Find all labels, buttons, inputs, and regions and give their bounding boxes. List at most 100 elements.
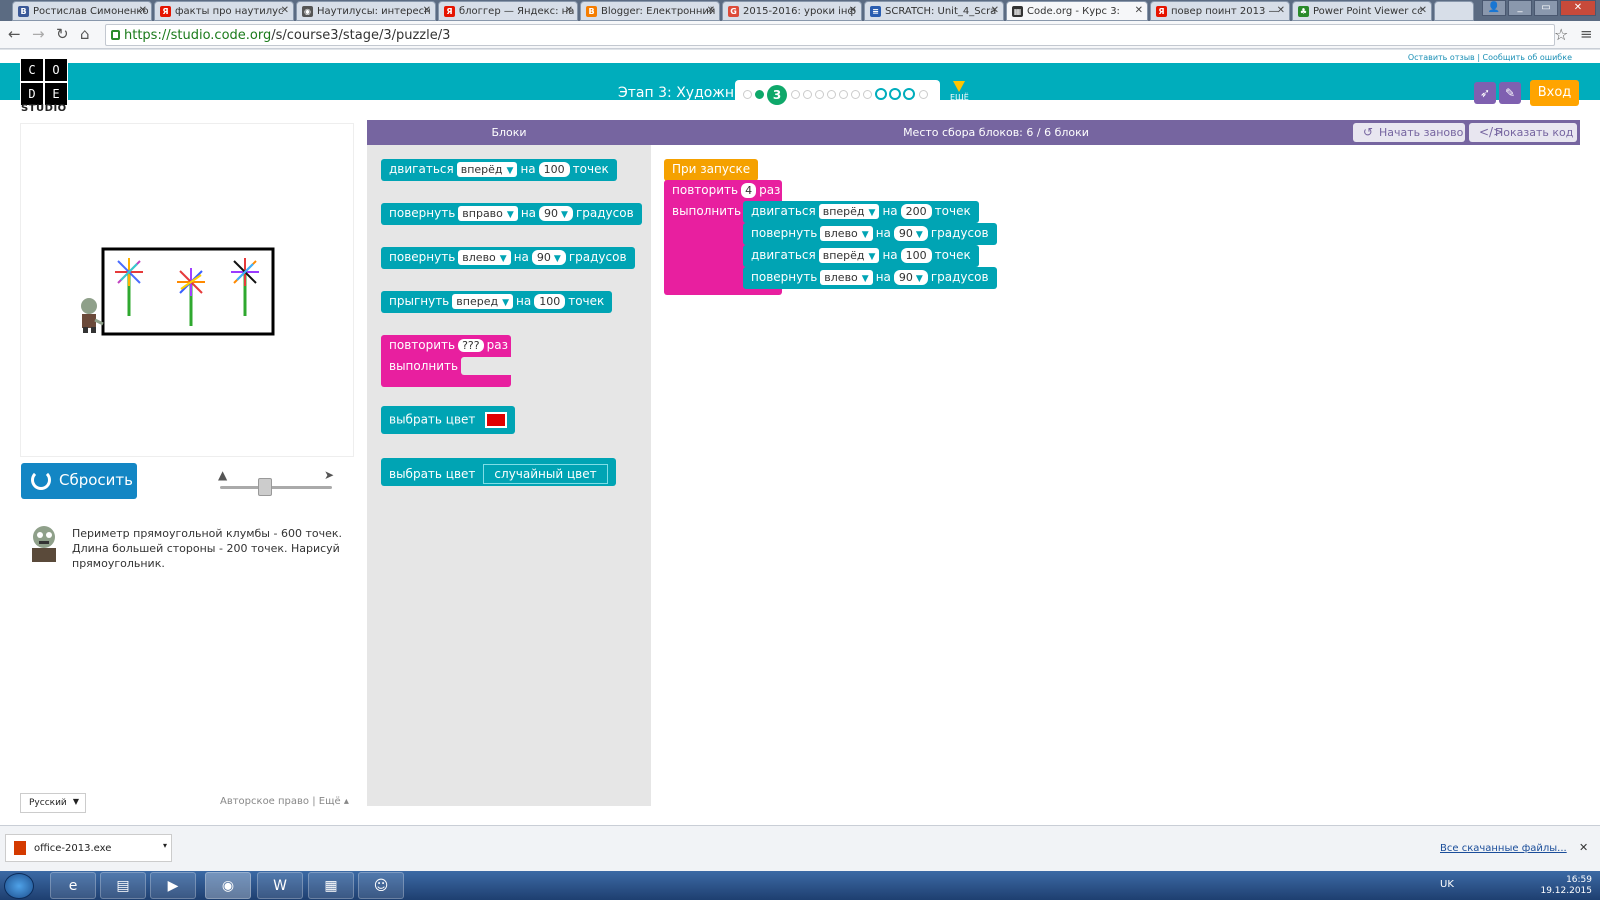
puzzle-dot-assessment[interactable] — [889, 88, 901, 100]
random-color-value[interactable]: случайный цвет — [483, 464, 608, 484]
home-icon[interactable]: ⌂ — [80, 25, 90, 43]
close-tab-icon[interactable]: ✕ — [707, 5, 715, 16]
more-dropdown[interactable]: ЕЩЁ — [950, 81, 969, 102]
browser-tab[interactable]: Яблоггер — Яндекс: на ✕ — [438, 1, 578, 21]
new-tab-button[interactable] — [1434, 1, 1474, 21]
browser-tab[interactable]: ♣ Power Point Viewer cc ✕ — [1292, 1, 1432, 21]
back-icon[interactable]: ← — [8, 25, 21, 43]
footer-more-link[interactable]: Ещё — [319, 796, 341, 807]
direction-dropdown[interactable]: влево ▼ — [820, 226, 873, 241]
login-button[interactable]: Вход — [1530, 80, 1579, 106]
direction-dropdown[interactable]: вперед ▼ — [452, 294, 513, 309]
number-field[interactable]: 100 — [534, 294, 566, 309]
reload-icon[interactable]: ↻ — [56, 25, 69, 43]
internet-explorer-icon[interactable]: e — [50, 872, 96, 899]
slider-track[interactable] — [220, 486, 332, 489]
direction-dropdown[interactable]: вправо ▼ — [458, 206, 518, 221]
scratch-cat-icon[interactable]: ☺ — [358, 872, 404, 899]
close-downloads-icon[interactable]: ✕ — [1579, 841, 1588, 854]
direction-dropdown[interactable]: вперёд ▼ — [818, 248, 880, 263]
puzzle-dot[interactable] — [827, 90, 836, 99]
chevron-down-icon[interactable]: ▾ — [163, 841, 167, 850]
chrome-icon[interactable]: ◉ — [205, 872, 251, 899]
puzzle-dot[interactable] — [803, 90, 812, 99]
angle-dropdown[interactable]: 90 ▼ — [893, 226, 928, 241]
feedback-links[interactable]: Оставить отзыв | Сообщить об ошибке — [1408, 53, 1572, 62]
move-block[interactable]: двигаться вперёд ▼ на 100 точек — [743, 245, 979, 267]
browser-tab-active[interactable]: ▦ Code.org - Курс 3: ✕ — [1006, 1, 1148, 21]
puzzle-dot[interactable] — [919, 90, 928, 99]
system-clock[interactable]: 16:59 19.12.2015 — [1540, 875, 1592, 897]
direction-dropdown[interactable]: вперёд ▼ — [818, 204, 880, 219]
toolbox-repeat-block[interactable]: повторить??? раз выполнить — [381, 335, 511, 387]
media-player-icon[interactable]: ▶ — [150, 872, 196, 899]
browser-tab[interactable]: G 2015-2016: уроки інф ✕ — [722, 1, 862, 21]
close-tab-icon[interactable]: ✕ — [423, 5, 431, 16]
number-field[interactable]: 200 — [900, 204, 932, 219]
menu-icon[interactable]: ≡ — [1580, 25, 1593, 43]
browser-tab[interactable]: Яповер поинт 2013 — ✕ — [1150, 1, 1290, 21]
speed-slider[interactable]: ▲ ➤ — [218, 468, 334, 498]
puzzle-dot[interactable] — [755, 90, 764, 99]
when-run-block[interactable]: При запуске — [664, 159, 759, 181]
puzzle-dot[interactable] — [851, 90, 860, 99]
number-field[interactable]: ??? — [458, 339, 484, 352]
browser-tab[interactable]: Яфакты про наутилус ✕ — [154, 1, 294, 21]
direction-dropdown[interactable]: вперёд ▼ — [456, 162, 518, 177]
browser-tab[interactable]: ◉ Наутилусы: интересн ✕ — [296, 1, 436, 21]
close-tab-icon[interactable]: ✕ — [1135, 5, 1143, 16]
browser-tab[interactable]: ≡ SCRATCH: Unit_4_Scra ✕ — [864, 1, 1004, 21]
url-input[interactable]: https://studio.code.org/s/course3/stage/… — [105, 24, 1555, 46]
file-explorer-icon[interactable]: ▤ — [100, 872, 146, 899]
archive-icon[interactable]: ▦ — [308, 872, 354, 899]
download-item[interactable]: office-2013.exe ▾ — [5, 834, 172, 862]
toolbox-jump-block[interactable]: прыгнуть вперед ▼ на 100 точек — [381, 291, 613, 313]
angle-dropdown[interactable]: 90 ▼ — [539, 206, 573, 221]
puzzle-dot[interactable] — [743, 90, 752, 99]
direction-dropdown[interactable]: влево ▼ — [458, 250, 511, 265]
user-icon[interactable]: 👤 — [1482, 0, 1506, 16]
close-tab-icon[interactable]: ✕ — [849, 5, 857, 16]
puzzle-dot[interactable] — [791, 90, 800, 99]
puzzle-dot[interactable] — [815, 90, 824, 99]
puzzle-dot[interactable] — [839, 90, 848, 99]
turn-block[interactable]: повернуть влево ▼ на 90 ▼ градусов — [743, 267, 997, 289]
language-select[interactable]: Русский ▼ — [20, 793, 86, 813]
rocket-icon[interactable]: ➶ — [1474, 82, 1496, 104]
toolbox-color-block[interactable]: выбрать цвет — [381, 406, 516, 434]
word-icon[interactable]: W — [257, 872, 303, 899]
number-field[interactable]: 100 — [538, 162, 570, 177]
close-tab-icon[interactable]: ✕ — [1419, 5, 1427, 16]
close-window-icon[interactable]: ✕ — [1560, 0, 1596, 16]
puzzle-dot-assessment[interactable] — [875, 88, 887, 100]
slider-thumb[interactable] — [258, 478, 272, 496]
number-field[interactable]: 100 — [900, 248, 932, 263]
move-block[interactable]: двигаться вперёд ▼ на 200 точек — [743, 201, 979, 223]
restart-button[interactable]: ↺ Начать заново — [1353, 123, 1465, 142]
all-downloads-link[interactable]: Все скачанные файлы... — [1440, 843, 1567, 854]
close-tab-icon[interactable]: ✕ — [565, 5, 573, 16]
minimize-icon[interactable]: _ — [1508, 0, 1532, 16]
puzzle-dot[interactable] — [863, 90, 872, 99]
toolbox-random-color-block[interactable]: выбрать цвет случайный цвет — [381, 458, 616, 486]
turn-block[interactable]: повернуть влево ▼ на 90 ▼ градусов — [743, 223, 997, 245]
repeat-count-field[interactable]: 4 — [741, 183, 757, 198]
direction-dropdown[interactable]: влево ▼ — [820, 270, 873, 285]
puzzle-dot-assessment[interactable] — [903, 88, 915, 100]
keyboard-language[interactable]: UK — [1440, 879, 1454, 890]
browser-tab[interactable]: B Ростислав Симоненко ✕ — [12, 1, 152, 21]
color-swatch[interactable] — [485, 412, 508, 428]
maximize-icon[interactable]: ▭ — [1534, 0, 1558, 16]
copyright-link[interactable]: Авторское право — [220, 796, 309, 807]
close-tab-icon[interactable]: ✕ — [991, 5, 999, 16]
close-tab-icon[interactable]: ✕ — [281, 5, 289, 16]
close-tab-icon[interactable]: ✕ — [139, 5, 147, 16]
forward-icon[interactable]: → — [32, 25, 45, 43]
puzzle-dot-current[interactable]: 3 — [767, 85, 787, 105]
start-button-icon[interactable] — [4, 873, 34, 899]
toolbox-turn-left-block[interactable]: повернуть влево ▼ на 90 ▼ градусов — [381, 247, 635, 269]
pencil-icon[interactable]: ✎ — [1499, 82, 1521, 104]
bookmark-star-icon[interactable]: ☆ — [1554, 25, 1568, 44]
angle-dropdown[interactable]: 90 ▼ — [531, 250, 566, 265]
toolbox-move-block[interactable]: двигаться вперёд ▼ на 100 точек — [381, 159, 617, 181]
